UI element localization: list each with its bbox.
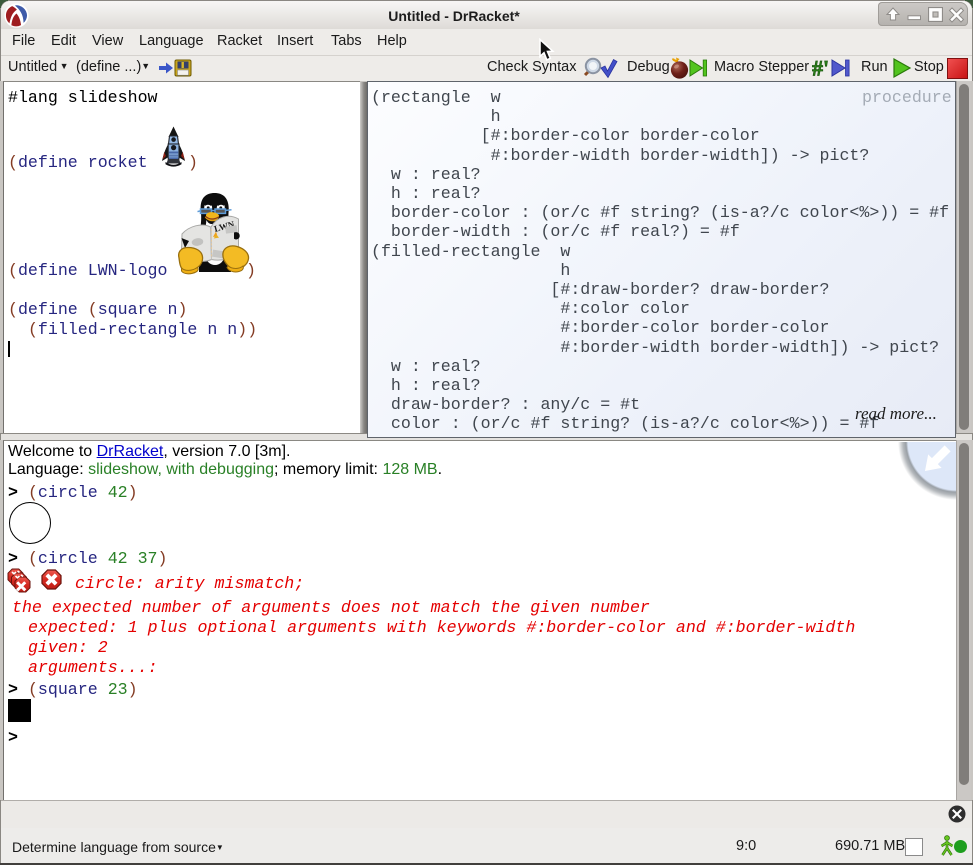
svg-text:#': #' <box>812 56 829 80</box>
